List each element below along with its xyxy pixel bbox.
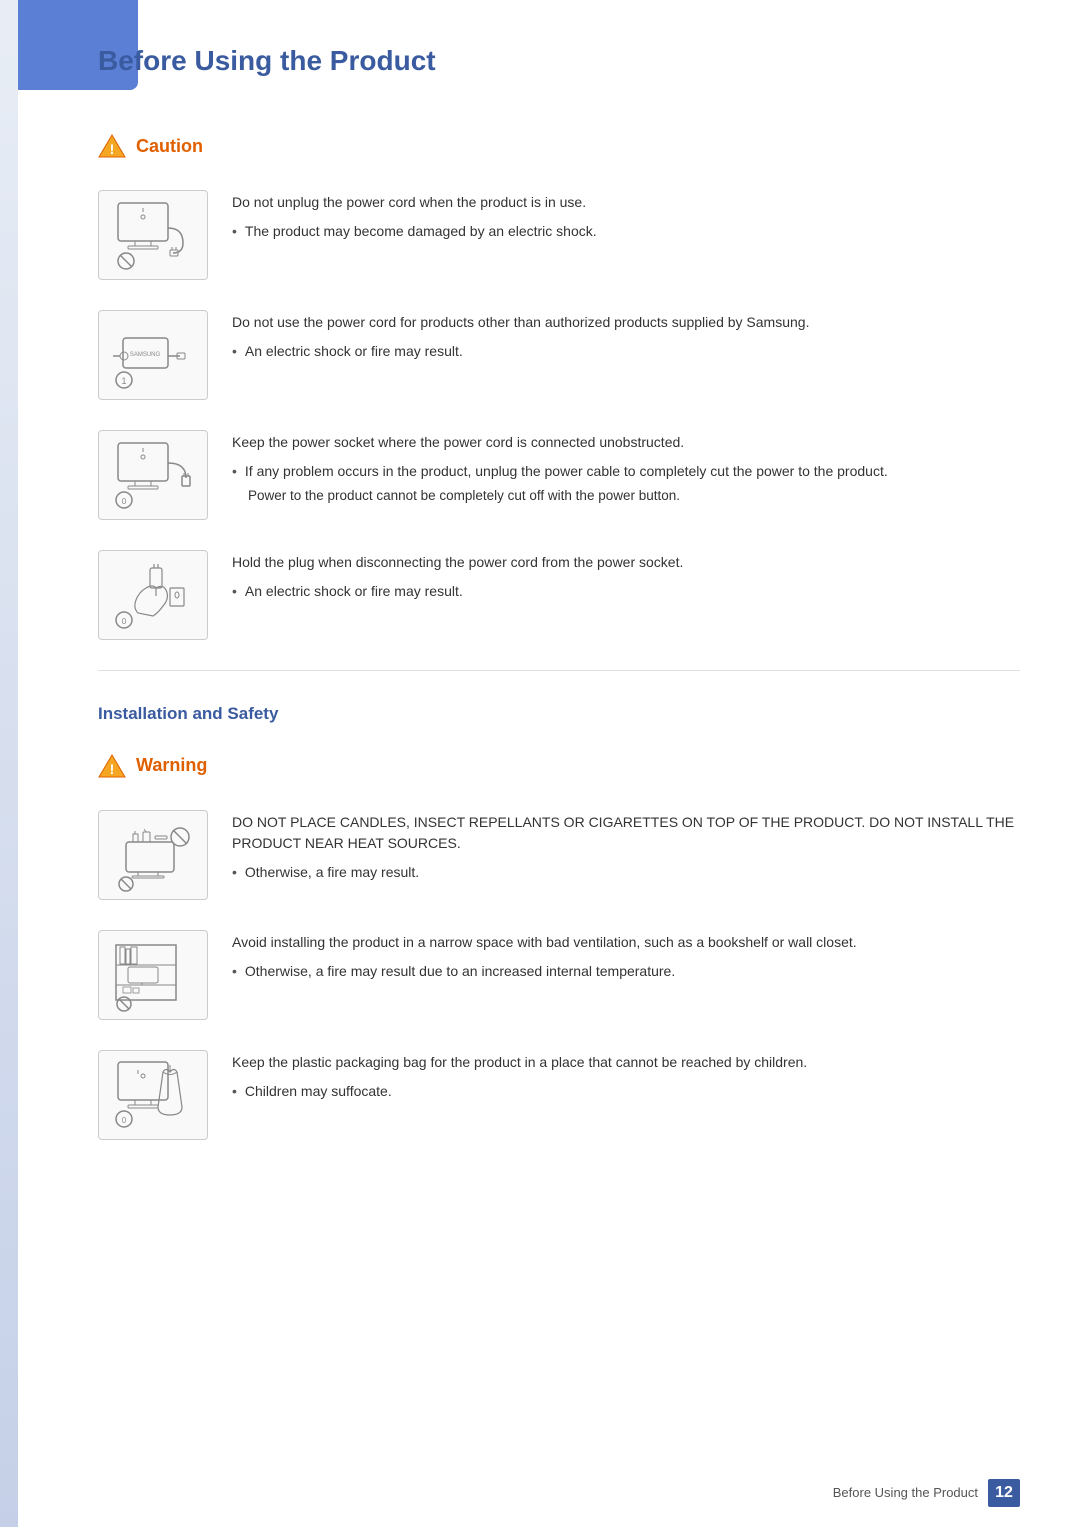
svg-text:1: 1: [121, 376, 126, 386]
caution-1-bullet: The product may become damaged by an ele…: [232, 221, 1020, 242]
caution-section-label: ! Caution: [98, 132, 1020, 160]
caution-label: Caution: [136, 133, 203, 160]
caution-2-bullet: An electric shock or fire may result.: [232, 341, 1020, 362]
warning-1-bullet: Otherwise, a fire may result.: [232, 862, 1020, 883]
caution-icon: !: [98, 132, 126, 160]
install-heading: Installation and Safety: [98, 701, 1020, 727]
warning-text-1: DO NOT PLACE CANDLES, INSECT REPELLANTS …: [232, 810, 1020, 887]
caution-image-1: [98, 190, 208, 280]
svg-text:!: !: [110, 141, 115, 157]
caution-2-main: Do not use the power cord for products o…: [232, 312, 1020, 333]
warning-text-2: Avoid installing the product in a narrow…: [232, 930, 1020, 986]
caution-3-main: Keep the power socket where the power co…: [232, 432, 1020, 453]
warning-2-main: Avoid installing the product in a narrow…: [232, 932, 1020, 953]
caution-image-2: SAMSUNG 1: [98, 310, 208, 400]
caution-3-subtext: Power to the product cannot be completel…: [248, 486, 1020, 506]
caution-item-1: Do not unplug the power cord when the pr…: [98, 190, 1020, 280]
warning-image-2: [98, 930, 208, 1020]
warning-section-label: ! Warning: [98, 752, 1020, 780]
warning-item-2: Avoid installing the product in a narrow…: [98, 930, 1020, 1020]
warning-2-bullet: Otherwise, a fire may result due to an i…: [232, 961, 1020, 982]
svg-text:0: 0: [122, 617, 127, 626]
caution-text-2: Do not use the power cord for products o…: [232, 310, 1020, 366]
footer-label: Before Using the Product: [833, 1483, 978, 1503]
page-title: Before Using the Product: [98, 30, 1020, 82]
caution-image-3: 0: [98, 430, 208, 520]
caution-1-main: Do not unplug the power cord when the pr…: [232, 192, 1020, 213]
left-accent-bar: [0, 0, 18, 1527]
warning-3-main: Keep the plastic packaging bag for the p…: [232, 1052, 1020, 1073]
page-number: 12: [988, 1479, 1020, 1507]
section-divider: [98, 670, 1020, 671]
warning-item-3: 0 Keep the plastic packaging bag for the…: [98, 1050, 1020, 1140]
warning-image-1: [98, 810, 208, 900]
warning-3-bullet: Children may suffocate.: [232, 1081, 1020, 1102]
caution-3-bullet: If any problem occurs in the product, un…: [232, 461, 1020, 482]
caution-4-bullet: An electric shock or fire may result.: [232, 581, 1020, 602]
caution-item-4: 0 Hold the plug when disconnecting the p…: [98, 550, 1020, 640]
warning-icon: !: [98, 752, 126, 780]
svg-text:0: 0: [122, 497, 127, 506]
caution-text-3: Keep the power socket where the power co…: [232, 430, 1020, 506]
warning-text-3: Keep the plastic packaging bag for the p…: [232, 1050, 1020, 1106]
svg-text:SAMSUNG: SAMSUNG: [130, 352, 161, 358]
caution-text-1: Do not unplug the power cord when the pr…: [232, 190, 1020, 246]
warning-label: Warning: [136, 752, 207, 779]
warning-image-3: 0: [98, 1050, 208, 1140]
svg-text:0: 0: [122, 1116, 127, 1125]
caution-item-2: SAMSUNG 1 Do not use the power cord for …: [98, 310, 1020, 400]
caution-image-4: 0: [98, 550, 208, 640]
svg-text:!: !: [110, 761, 115, 777]
caution-text-4: Hold the plug when disconnecting the pow…: [232, 550, 1020, 606]
warning-1-main: DO NOT PLACE CANDLES, INSECT REPELLANTS …: [232, 812, 1020, 854]
page-footer: Before Using the Product 12: [833, 1479, 1020, 1507]
caution-4-main: Hold the plug when disconnecting the pow…: [232, 552, 1020, 573]
warning-item-1: DO NOT PLACE CANDLES, INSECT REPELLANTS …: [98, 810, 1020, 900]
caution-item-3: 0 Keep the power socket where the power …: [98, 430, 1020, 520]
